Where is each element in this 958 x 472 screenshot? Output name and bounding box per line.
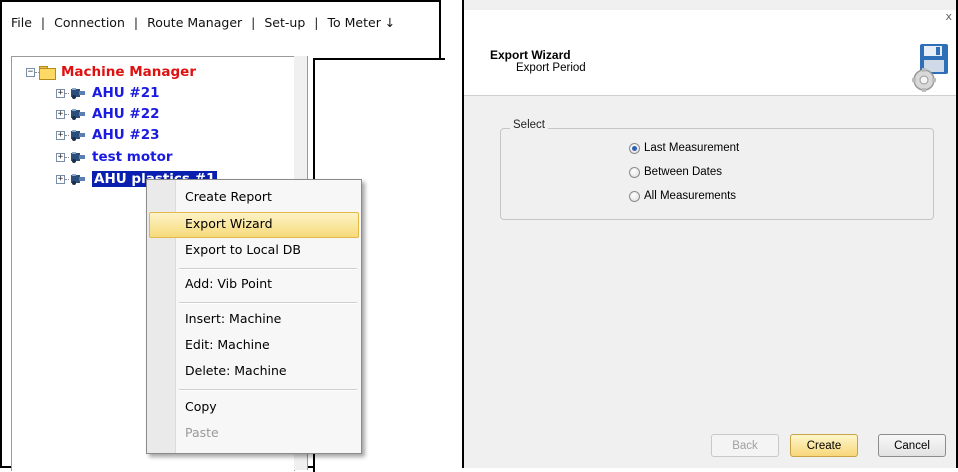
expand-icon[interactable]: + (56, 109, 65, 119)
tree-connector (65, 156, 69, 158)
wizard-subtitle: Export Period (516, 62, 586, 74)
menu-setup[interactable]: Set-up (262, 15, 307, 30)
radio-unchecked-icon[interactable] (629, 166, 640, 178)
menu-bar: File | Connection | Route Manager | Set-… (2, 2, 439, 42)
expand-icon[interactable]: + (56, 174, 65, 184)
menu-separator: | (251, 14, 256, 30)
option-label: All Measurements (644, 190, 737, 202)
expand-icon[interactable]: + (56, 152, 65, 162)
tree-item-ahu-21[interactable]: + AHU #21 (56, 83, 160, 103)
menu-connection[interactable]: Connection (52, 15, 127, 30)
menu-item-add-vib-point[interactable]: Add: Vib Point (185, 274, 272, 294)
machine-icon (71, 108, 85, 120)
machine-manager-window: File | Connection | Route Manager | Set-… (0, 0, 445, 472)
menu-item-edit-machine[interactable]: Edit: Machine (185, 335, 270, 355)
menu-separator: | (133, 14, 139, 30)
expand-icon[interactable]: + (56, 88, 65, 98)
menu-item-create-report[interactable]: Create Report (185, 187, 272, 207)
menu-item-export-wizard[interactable]: Export Wizard (185, 214, 273, 234)
machine-icon (71, 87, 85, 99)
menu-separator: | (314, 14, 319, 30)
wizard-title: Export Wizard (490, 48, 571, 62)
tree-item-label: AHU #23 (92, 127, 160, 143)
tree-item-ahu-22[interactable]: + AHU #22 (56, 104, 160, 124)
menu-item-export-local-db[interactable]: Export to Local DB (185, 240, 301, 260)
select-group-label: Select (510, 119, 548, 131)
cancel-button[interactable]: Cancel (878, 434, 946, 457)
menu-separator: | (40, 14, 46, 30)
option-label: Last Measurement (644, 142, 740, 154)
menu-separator (179, 302, 357, 304)
menu-separator (179, 268, 357, 270)
menu-separator (179, 389, 357, 391)
option-last-measurement[interactable]: Last Measurement (629, 142, 739, 154)
machine-icon (71, 173, 85, 185)
machine-icon (71, 151, 85, 163)
tree-connector (65, 113, 69, 115)
folder-icon (39, 65, 56, 80)
menu-to-meter[interactable]: To Meter ↓ (326, 15, 398, 30)
tree-connector (65, 178, 69, 180)
option-all-measurements[interactable]: All Measurements (629, 190, 736, 202)
create-button[interactable]: Create (790, 434, 858, 457)
tree-connector (65, 134, 69, 136)
expand-icon[interactable]: + (56, 130, 65, 140)
menu-file[interactable]: File (9, 15, 34, 30)
tree-item-label: AHU #22 (92, 106, 160, 122)
tree-item-test-motor[interactable]: + test motor (56, 147, 173, 167)
option-label: Between Dates (644, 166, 722, 178)
export-wizard-dialog: x Export Wizard Export Period Select Las… (462, 0, 958, 468)
tree-connector (65, 92, 69, 94)
tree-item-label: AHU #21 (92, 85, 160, 101)
tree-root-machine-manager[interactable]: − Machine Manager (26, 62, 196, 82)
menu-item-copy[interactable]: Copy (185, 397, 217, 417)
wizard-header: x Export Wizard Export Period (464, 10, 956, 96)
menu-item-paste: Paste (185, 425, 219, 440)
option-between-dates[interactable]: Between Dates (629, 166, 722, 178)
menu-route-manager[interactable]: Route Manager (145, 15, 244, 30)
tree-root-label: Machine Manager (61, 64, 196, 80)
export-disk-icon (912, 44, 948, 92)
radio-unchecked-icon[interactable] (629, 190, 640, 202)
menu-item-insert-machine[interactable]: Insert: Machine (185, 309, 281, 329)
context-menu: Create Report Export Wizard Export to Lo… (146, 179, 362, 454)
back-button: Back (711, 434, 779, 457)
menu-item-delete-machine[interactable]: Delete: Machine (185, 361, 287, 381)
close-button[interactable]: x (945, 10, 952, 23)
machine-icon (71, 129, 85, 141)
tree-item-ahu-23[interactable]: + AHU #23 (56, 125, 160, 145)
collapse-icon[interactable]: − (26, 67, 35, 77)
tree-item-label: test motor (92, 149, 173, 165)
radio-checked-icon[interactable] (629, 142, 640, 154)
